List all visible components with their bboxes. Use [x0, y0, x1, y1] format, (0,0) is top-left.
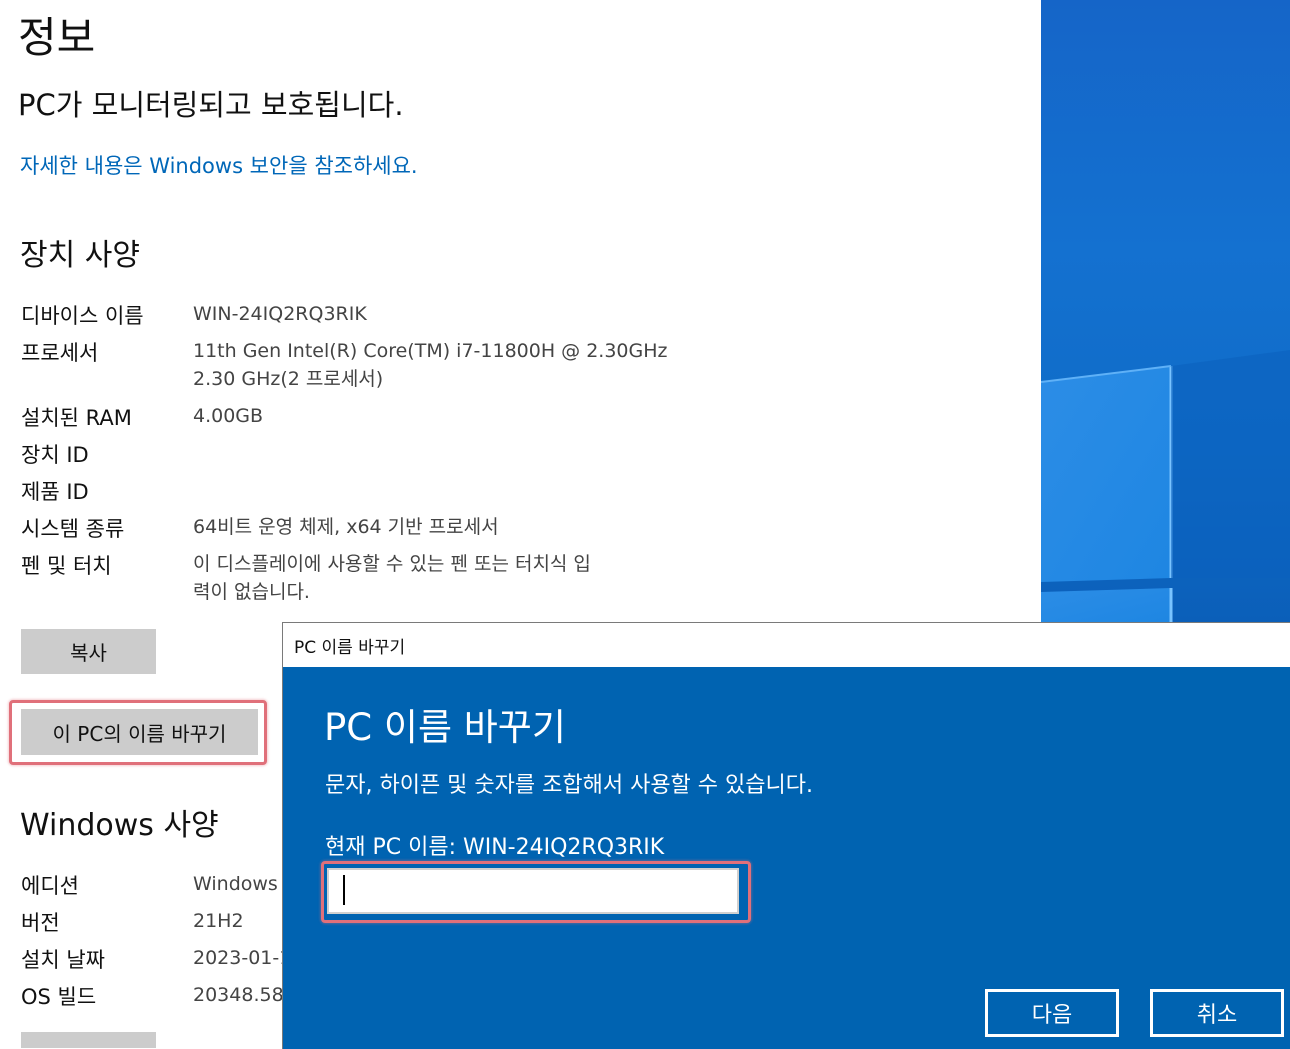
spec-label-ram: 설치된 RAM	[21, 406, 132, 430]
windows-security-link[interactable]: 자세한 내용은 Windows 보안을 참조하세요.	[20, 150, 418, 180]
spec-label-device-name: 디바이스 이름	[21, 304, 144, 328]
copy-button[interactable]: 복사	[21, 629, 156, 674]
spec-label-product-id: 제품 ID	[21, 480, 89, 504]
dialog-heading: PC 이름 바꾸기	[324, 706, 566, 749]
copy-button-2[interactable]	[21, 1032, 156, 1048]
rename-pc-dialog: PC 이름 바꾸기 PC 이름 바꾸기 문자, 하이픈 및 숫자를 조합해서 사…	[282, 622, 1290, 1049]
spec-value-processor: 11th Gen Intel(R) Core(TM) i7-11800H @ 2…	[193, 340, 668, 362]
page-title: 정보	[18, 13, 96, 62]
new-pc-name-input[interactable]	[327, 868, 739, 914]
spec-value-system-type: 64비트 운영 체제, x64 기반 프로세서	[193, 516, 499, 538]
windows-specs-heading: Windows 사양	[20, 808, 219, 843]
next-button[interactable]: 다음	[985, 989, 1119, 1037]
spec-label-pen-touch: 펜 및 터치	[21, 554, 112, 578]
dialog-body: PC 이름 바꾸기 문자, 하이픈 및 숫자를 조합해서 사용할 수 있습니다.…	[283, 667, 1290, 1049]
spec-label-device-id: 장치 ID	[21, 443, 89, 467]
spec-label-version: 버전	[21, 911, 60, 935]
spec-label-system-type: 시스템 종류	[21, 517, 125, 541]
dialog-description: 문자, 하이픈 및 숫자를 조합해서 사용할 수 있습니다.	[325, 773, 813, 798]
spec-label-install-date: 설치 날짜	[21, 948, 105, 972]
dialog-titlebar[interactable]: PC 이름 바꾸기	[283, 623, 1290, 666]
spec-value-pen-touch-line2: 력이 없습니다.	[193, 581, 310, 603]
text-caret	[343, 875, 345, 905]
spec-label-processor: 프로세서	[21, 341, 99, 365]
cancel-button[interactable]: 취소	[1150, 989, 1284, 1037]
windows-logo-wallpaper	[1041, 350, 1290, 622]
device-specs-heading: 장치 사양	[20, 238, 140, 273]
desktop-wallpaper	[1041, 0, 1290, 622]
spec-label-edition: 에디션	[21, 874, 79, 898]
current-pc-name: 현재 PC 이름: WIN-24IQ2RQ3RIK	[325, 835, 665, 860]
dialog-titlebar-text: PC 이름 바꾸기	[294, 638, 406, 658]
security-status: PC가 모니터링되고 보호됩니다.	[18, 88, 404, 122]
spec-value-processor-line2: 2.30 GHz(2 프로세서)	[193, 368, 384, 390]
spec-value-pen-touch: 이 디스플레이에 사용할 수 있는 펜 또는 터치식 입	[193, 553, 591, 575]
spec-value-device-name: WIN-24IQ2RQ3RIK	[193, 303, 367, 325]
spec-value-ram: 4.00GB	[193, 405, 264, 427]
spec-label-os-build: OS 빌드	[21, 985, 97, 1009]
rename-pc-button[interactable]: 이 PC의 이름 바꾸기	[21, 709, 258, 755]
